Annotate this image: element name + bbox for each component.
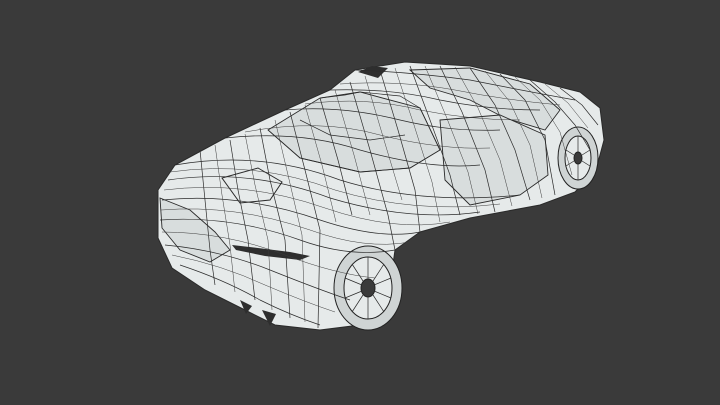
front-wheel: [333, 245, 403, 331]
3d-viewport[interactable]: [0, 0, 720, 405]
rear-wheel: [557, 126, 599, 190]
car-wireframe-model[interactable]: [0, 0, 720, 405]
